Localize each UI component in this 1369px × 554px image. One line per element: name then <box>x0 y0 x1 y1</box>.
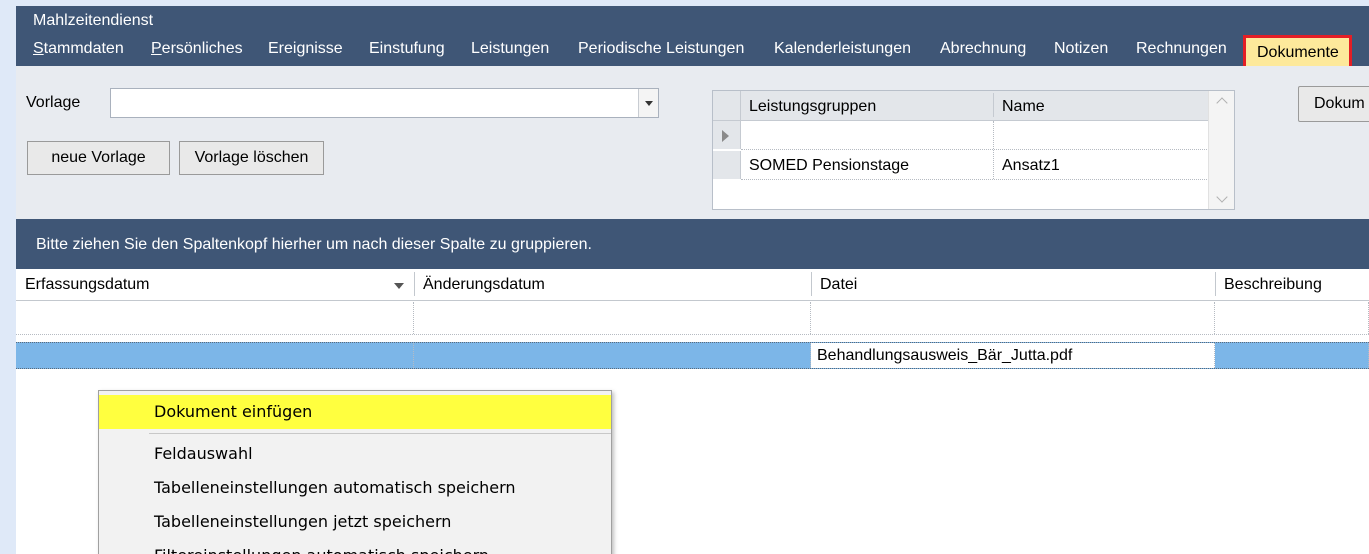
column-header-name[interactable]: Name <box>1002 98 1045 116</box>
menu-item-tabelleneinstellungen-auto[interactable]: Tabelleneinstellungen automatisch speich… <box>99 471 611 505</box>
chevron-down-icon[interactable] <box>1216 191 1228 203</box>
grid-header: Leistungsgruppen Name <box>713 91 1209 121</box>
group-by-panel[interactable]: Bitte ziehen Sie den Spaltenkopf hierher… <box>16 219 1369 269</box>
tab-abrechnung[interactable]: Abrechnung <box>940 40 1026 58</box>
delete-template-button[interactable]: Vorlage löschen <box>179 141 324 175</box>
context-menu: Dokument einfügen Feldauswahl Tabellenei… <box>98 390 612 554</box>
service-group-grid: Leistungsgruppen Name SOMED Pensionstage… <box>712 90 1235 210</box>
row-selector[interactable] <box>713 151 741 179</box>
tab-bar: Stammdaten Persönliches Ereignisse Einst… <box>16 35 1369 69</box>
tab-ereignisse[interactable]: Ereignisse <box>268 40 343 58</box>
tab-periodische-leistungen[interactable]: Periodische Leistungen <box>578 40 744 58</box>
tab-einstufung[interactable]: Einstufung <box>369 40 445 58</box>
tab-label: ersönliches <box>161 40 243 57</box>
tab-mnemonic: S <box>33 40 44 57</box>
row-divider <box>741 179 1209 180</box>
document-table-header: Erfassungsdatum Änderungsdatum Datei Bes… <box>16 269 1369 301</box>
module-title: Mahlzeitendienst <box>33 12 154 29</box>
sort-descending-icon[interactable] <box>394 283 404 289</box>
cell-beschreibung[interactable] <box>1215 343 1369 368</box>
vertical-scrollbar[interactable] <box>1208 91 1234 209</box>
group-by-hint: Bitte ziehen Sie den Spaltenkopf hierher… <box>36 236 592 253</box>
tab-stammdaten[interactable]: Stammdaten <box>33 40 124 58</box>
template-form-panel: Vorlage neue Vorlage Vorlage löschen Lei… <box>16 66 1369 219</box>
column-header-beschreibung[interactable]: Beschreibung <box>1215 269 1369 300</box>
cell-aenderungsdatum[interactable] <box>414 343 811 368</box>
chevron-up-icon[interactable] <box>1216 97 1228 109</box>
column-header-aenderungsdatum[interactable]: Änderungsdatum <box>414 269 811 300</box>
cell-divider <box>993 121 994 179</box>
menu-separator <box>149 433 611 434</box>
menu-item-filtereinstellungen-auto[interactable]: Filtereinstellungen automatisch speicher… <box>99 539 611 554</box>
row-selector-header <box>713 91 741 120</box>
cell-datei[interactable] <box>811 302 1215 334</box>
app-window: Mahlzeitendienst Stammdaten Persönliches… <box>16 6 1369 554</box>
cell-beschreibung[interactable] <box>1215 302 1369 334</box>
vorlage-label: Vorlage <box>26 94 81 111</box>
grid-cell-leistungsgruppe[interactable]: SOMED Pensionstage <box>749 157 909 175</box>
document-button[interactable]: Dokum <box>1298 86 1369 122</box>
new-template-button[interactable]: neue Vorlage <box>27 141 170 175</box>
cell-datei[interactable]: Behandlungsausweis_Bär_Jutta.pdf <box>811 343 1215 368</box>
tab-rechnungen[interactable]: Rechnungen <box>1136 40 1227 58</box>
column-header-datei[interactable]: Datei <box>811 269 1215 300</box>
menu-item-feldauswahl[interactable]: Feldauswahl <box>99 437 611 471</box>
tab-dokumente[interactable]: Dokumente <box>1243 35 1352 69</box>
vorlage-select[interactable] <box>110 88 659 118</box>
tab-label: tammdaten <box>43 40 124 57</box>
tab-notizen[interactable]: Notizen <box>1054 40 1108 58</box>
chevron-down-icon[interactable] <box>638 89 658 117</box>
grid-cell-name[interactable]: Ansatz1 <box>1002 157 1060 175</box>
cell-erfassungsdatum[interactable] <box>16 343 414 368</box>
tab-leistungen[interactable]: Leistungen <box>471 40 549 58</box>
module-header: Mahlzeitendienst Stammdaten Persönliches… <box>16 6 1369 69</box>
table-row[interactable] <box>16 302 1369 335</box>
column-header-erfassungsdatum[interactable]: Erfassungsdatum <box>16 269 414 300</box>
menu-item-tabelleneinstellungen-jetzt[interactable]: Tabelleneinstellungen jetzt speichern <box>99 505 611 539</box>
table-row-selected[interactable]: Behandlungsausweis_Bär_Jutta.pdf <box>16 342 1369 369</box>
cell-aenderungsdatum[interactable] <box>414 302 811 334</box>
row-pointer-icon <box>722 130 729 142</box>
column-separator[interactable] <box>993 93 994 117</box>
menu-item-dokument-einfuegen[interactable]: Dokument einfügen <box>99 395 611 429</box>
new-row-selector[interactable] <box>713 121 741 149</box>
column-header-leistungsgruppen[interactable]: Leistungsgruppen <box>749 98 876 116</box>
tab-persoenliches[interactable]: Persönliches <box>151 40 243 58</box>
cell-erfassungsdatum[interactable] <box>16 302 414 334</box>
tab-mnemonic: P <box>151 40 162 57</box>
tab-kalenderleistungen[interactable]: Kalenderleistungen <box>774 40 911 58</box>
row-divider <box>741 149 1209 150</box>
